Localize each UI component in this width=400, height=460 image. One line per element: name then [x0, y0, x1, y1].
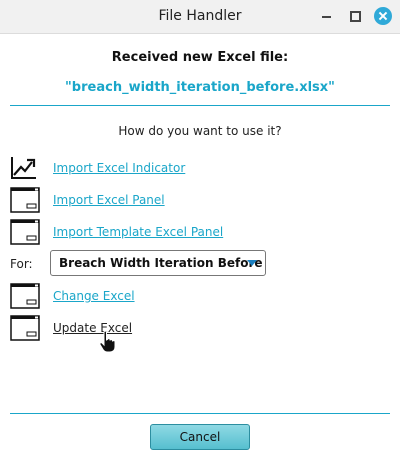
- change-excel-link[interactable]: Change Excel: [53, 289, 135, 303]
- option-import-template-excel-panel[interactable]: Import Template Excel Panel: [10, 219, 310, 245]
- target-dropdown[interactable]: Breach Width Iteration Before: [50, 250, 266, 276]
- divider: [10, 105, 390, 106]
- option-change-excel[interactable]: Change Excel: [10, 283, 310, 309]
- import-excel-indicator-link[interactable]: Import Excel Indicator: [53, 161, 185, 175]
- window-panel-icon: [10, 187, 40, 217]
- import-template-excel-panel-link[interactable]: Import Template Excel Panel: [53, 225, 223, 239]
- dialog-heading: Received new Excel file:: [111, 50, 289, 65]
- window-panel-icon: [10, 283, 40, 313]
- window-title: File Handler: [158, 8, 242, 24]
- import-excel-panel-link[interactable]: Import Excel Panel: [53, 193, 165, 207]
- chevron-down-icon: [247, 260, 257, 266]
- option-import-excel-panel[interactable]: Import Excel Panel: [10, 187, 310, 213]
- update-excel-link[interactable]: Update Excel: [53, 321, 132, 335]
- option-update-excel[interactable]: Update Excel: [10, 315, 310, 341]
- window-panel-icon: [10, 315, 40, 345]
- hand-cursor-icon: [99, 330, 119, 358]
- chart-trend-icon: [10, 155, 38, 185]
- file-name: "breach_width_iteration_before.xlsx": [65, 80, 335, 95]
- divider: [10, 413, 390, 414]
- window-panel-icon: [10, 219, 40, 249]
- question-text: How do you want to use it?: [118, 124, 282, 138]
- cancel-button[interactable]: Cancel: [150, 424, 250, 450]
- title-bar: File Handler: [0, 0, 400, 34]
- maximize-button[interactable]: [346, 7, 364, 25]
- for-label: For:: [10, 257, 33, 271]
- option-import-excel-indicator[interactable]: Import Excel Indicator: [10, 155, 310, 181]
- minimize-button[interactable]: [318, 7, 336, 25]
- dropdown-selected-value: Breach Width Iteration Before: [59, 256, 263, 270]
- close-button[interactable]: [374, 7, 392, 25]
